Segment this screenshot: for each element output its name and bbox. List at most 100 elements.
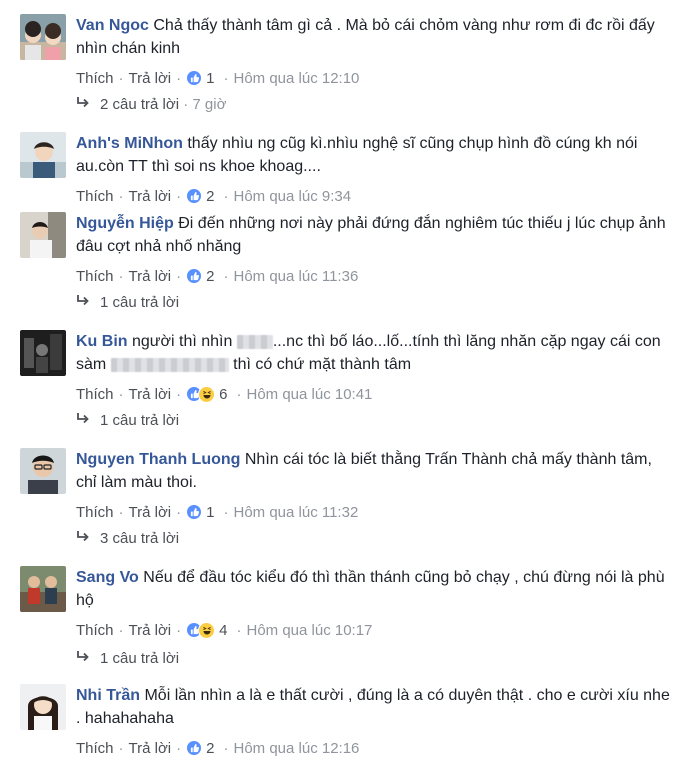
separator: ·	[223, 69, 229, 87]
reply-link[interactable]: Trả lời	[129, 70, 172, 87]
reactions[interactable]: 1	[186, 70, 214, 87]
commenter-name[interactable]: Nhi Trần	[76, 687, 140, 704]
like-link[interactable]: Thích	[76, 386, 114, 403]
commenter-name[interactable]: Anh's MiNhon	[76, 135, 183, 152]
commenter-name[interactable]: Van Ngoc	[76, 17, 149, 34]
comment-message: Mỗi lần nhìn a là e thất cười , đúng là …	[76, 687, 670, 727]
reply-link[interactable]: Trả lời	[129, 188, 172, 205]
reaction-count: 2	[206, 267, 215, 285]
comment-message: Nếu để đầu tóc kiểu đó thì thần thánh cũ…	[76, 569, 665, 609]
separator: ·	[223, 739, 229, 757]
comment-text: Nguyễn Hiệp Đi đến những nơi này phải đứ…	[76, 212, 676, 258]
reply-arrow-icon	[76, 294, 90, 311]
reactions[interactable]: 6	[186, 385, 228, 403]
haha-icon	[198, 385, 216, 403]
separator: ·	[236, 385, 242, 403]
reactions[interactable]: 2	[186, 188, 214, 205]
reply-arrow-icon	[76, 530, 90, 547]
like-link[interactable]: Thích	[76, 268, 114, 285]
haha-icon	[198, 621, 216, 639]
comment-text: Nhi Trần Mỗi lần nhìn a là e thất cười ,…	[76, 684, 676, 730]
separator: ·	[176, 187, 182, 205]
separator: ·	[176, 69, 182, 87]
reaction-count: 1	[206, 69, 215, 87]
separator: ·	[118, 503, 124, 521]
commenter-name[interactable]: Sang Vo	[76, 569, 139, 586]
replies-count: 1 câu trả lời	[100, 412, 180, 429]
separator: ·	[236, 621, 242, 639]
replies-count: 2 câu trả lời	[100, 96, 180, 113]
reply-link[interactable]: Trả lời	[129, 622, 172, 639]
reply-link[interactable]: Trả lời	[129, 386, 172, 403]
avatar[interactable]	[20, 14, 66, 60]
comment-actions: Thích · Trả lời · 6 · Hôm qua lúc 10:41	[76, 384, 676, 404]
timestamp-link[interactable]: Hôm qua lúc 11:32	[233, 504, 358, 521]
reply-link[interactable]: Trả lời	[129, 504, 172, 521]
timestamp-link[interactable]: Hôm qua lúc 12:16	[233, 740, 359, 757]
separator: ·	[176, 385, 182, 403]
commenter-name[interactable]: Ku Bin	[76, 333, 128, 350]
replies-count: 3 câu trả lời	[100, 530, 180, 547]
timestamp-link[interactable]: Hôm qua lúc 10:17	[246, 622, 372, 639]
commenter-name[interactable]: Nguyen Thanh Luong	[76, 451, 240, 468]
reactions[interactable]: 1	[186, 504, 214, 521]
like-link[interactable]: Thích	[76, 740, 114, 757]
timestamp-link[interactable]: Hôm qua lúc 12:10	[233, 70, 359, 87]
like-icon	[186, 70, 203, 86]
avatar[interactable]	[20, 684, 66, 730]
like-link[interactable]: Thích	[76, 188, 114, 205]
replies-count: 1 câu trả lời	[100, 650, 180, 667]
reactions[interactable]: 2	[186, 740, 214, 757]
like-link[interactable]: Thích	[76, 70, 114, 87]
reply-link[interactable]: Trả lời	[129, 268, 172, 285]
reactions[interactable]: 2	[186, 268, 214, 285]
like-link[interactable]: Thích	[76, 622, 114, 639]
reply-link[interactable]: Trả lời	[129, 740, 172, 757]
separator: ·	[223, 267, 229, 285]
avatar[interactable]	[20, 566, 66, 612]
comment-actions: Thích · Trả lời · 2 · Hôm qua lúc 12:16	[76, 738, 676, 758]
avatar[interactable]	[20, 448, 66, 494]
view-replies-link[interactable]: 3 câu trả lời	[76, 530, 179, 547]
separator: ·	[176, 503, 182, 521]
comment-list: Van Ngoc Chả thấy thành tâm gì cả . Mà b…	[0, 0, 690, 759]
reaction-count: 2	[206, 739, 215, 757]
reactions[interactable]: 4	[186, 621, 227, 639]
timestamp-link[interactable]: Hôm qua lúc 10:41	[246, 386, 372, 403]
like-icon	[186, 268, 203, 284]
avatar[interactable]	[20, 212, 66, 258]
view-replies-link[interactable]: 1 câu trả lời	[76, 294, 179, 311]
separator: ·	[179, 96, 193, 113]
comment-message-part: thì có chứ mặt thành tâm	[233, 356, 412, 373]
view-replies-link[interactable]: 1 câu trả lời	[76, 412, 179, 429]
separator: ·	[118, 385, 124, 403]
comment-message: Chả thấy thành tâm gì cả . Mà bỏ cái chỏ…	[76, 17, 655, 57]
avatar[interactable]	[20, 330, 66, 376]
avatar[interactable]	[20, 132, 66, 178]
timestamp-link[interactable]: Hôm qua lúc 9:34	[233, 188, 351, 205]
separator: ·	[118, 187, 124, 205]
view-replies-link[interactable]: 2 câu trả lời · 7 giờ	[76, 96, 226, 113]
comment-actions: Thích · Trả lời · 2 · Hôm qua lúc 11:36	[76, 266, 676, 286]
reaction-count: 6	[219, 385, 228, 403]
blurred-text	[110, 357, 229, 372]
comment-text: Ku Bin người thì nhìn ...nc thì bố láo..…	[76, 330, 676, 376]
comment-actions: Thích · Trả lời · 1 · Hôm qua lúc 12:10	[76, 68, 676, 88]
like-link[interactable]: Thích	[76, 504, 114, 521]
separator: ·	[176, 621, 182, 639]
view-replies-link[interactable]: 1 câu trả lời	[76, 650, 179, 667]
timestamp-link[interactable]: Hôm qua lúc 11:36	[233, 268, 358, 285]
separator: ·	[118, 267, 124, 285]
like-icon	[186, 188, 203, 204]
commenter-name[interactable]: Nguyễn Hiệp	[76, 215, 174, 232]
replies-time: 7 giờ	[192, 96, 227, 113]
like-icon	[186, 504, 203, 520]
reaction-count: 2	[206, 187, 215, 205]
separator: ·	[176, 267, 182, 285]
replies-count: 1 câu trả lời	[100, 294, 180, 311]
reaction-count: 1	[206, 503, 215, 521]
reply-arrow-icon	[76, 412, 90, 429]
reply-arrow-icon	[76, 96, 90, 113]
comment-actions: Thích · Trả lời · 1 · Hôm qua lúc 11:32	[76, 502, 676, 522]
separator: ·	[118, 69, 124, 87]
